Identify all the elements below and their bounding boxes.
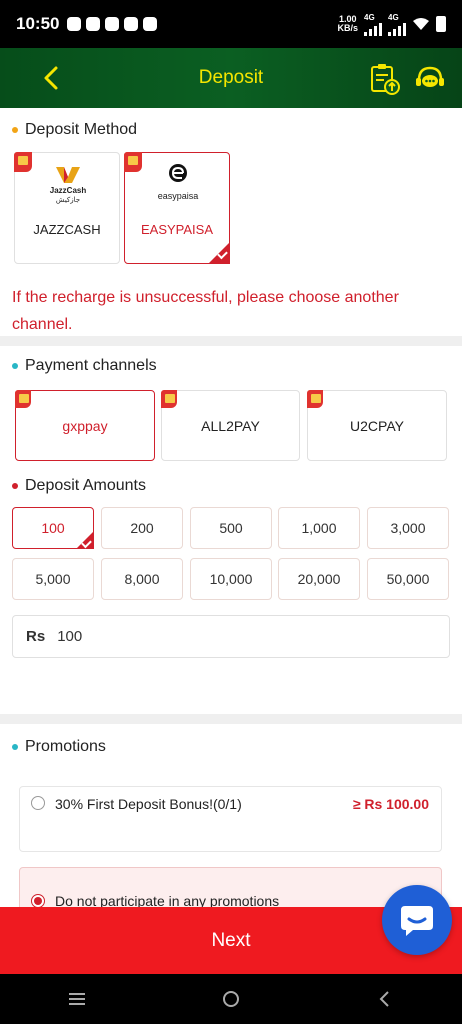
amount-option[interactable]: 50,000	[367, 558, 449, 600]
selected-check-icon	[208, 242, 230, 264]
whatsapp-icon	[105, 17, 120, 31]
svg-text:جازکیش: جازکیش	[56, 196, 80, 204]
system-nav-bar	[0, 974, 462, 1024]
amount-input[interactable]: Rs 100	[12, 615, 450, 658]
section-divider	[0, 336, 462, 346]
headset-chat-icon	[416, 66, 444, 87]
customer-support-button[interactable]	[413, 62, 447, 96]
promo-min-amount: ≥ Rs 100.00	[352, 796, 429, 812]
channel-u2cpay[interactable]: U2CPAY	[307, 390, 447, 461]
method-label: JAZZCASH	[33, 222, 101, 237]
svg-text:easypaisa: easypaisa	[158, 191, 199, 201]
chat-bubble-icon	[401, 906, 433, 936]
clipboard-upload-icon	[371, 64, 400, 95]
promo-first-deposit[interactable]: 30% First Deposit Bonus!(0/1) ≥ Rs 100.0…	[19, 786, 442, 852]
amount-value[interactable]: 100	[57, 628, 82, 645]
easypaisa-logo: easypaisa	[158, 164, 199, 201]
recharge-warning: If the recharge is unsuccessful, please …	[12, 289, 399, 333]
svg-text:JazzCash: JazzCash	[50, 186, 87, 195]
promo-badge-icon	[124, 152, 142, 172]
section-dot	[12, 363, 18, 369]
app-icon	[124, 17, 139, 31]
selected-check-icon	[76, 531, 94, 549]
signal-2: 4G	[388, 13, 406, 36]
menu-icon[interactable]	[65, 989, 89, 1009]
notification-icons	[67, 17, 158, 31]
amount-option[interactable]: 8,000	[101, 558, 183, 600]
amount-option[interactable]: 3,000	[367, 507, 449, 549]
amount-option[interactable]: 1,000	[278, 507, 360, 549]
battery-icon	[436, 16, 446, 32]
snapchat-icon	[67, 17, 82, 31]
status-bar: 10:50 1.00 KB/s 4G 4G	[0, 0, 462, 48]
method-card-jazzcash[interactable]: JazzCash جازکیش JAZZCASH	[14, 152, 120, 264]
amount-option[interactable]: 100	[12, 507, 94, 549]
amount-option[interactable]: 10,000	[190, 558, 272, 600]
currency-label: Rs	[26, 628, 46, 645]
home-icon[interactable]	[219, 987, 243, 1011]
deposit-history-button[interactable]	[368, 62, 402, 96]
deposit-method-title: Deposit Method	[12, 121, 137, 139]
payment-channels-title: Payment channels	[12, 357, 157, 375]
section-dot	[12, 127, 18, 133]
chat-bubble-icon	[86, 17, 101, 31]
amount-option[interactable]: 5,000	[12, 558, 94, 600]
amount-option[interactable]: 200	[101, 507, 183, 549]
net-speed: 1.00 KB/s	[337, 14, 358, 33]
promotions-title: Promotions	[12, 738, 106, 756]
section-divider	[0, 714, 462, 724]
wifi-icon	[413, 18, 429, 30]
method-card-easypaisa[interactable]: easypaisa EASYPAISA	[124, 152, 230, 264]
signal-1: 4G	[364, 13, 382, 36]
deposit-amounts-title: Deposit Amounts	[12, 477, 146, 495]
section-dot	[12, 744, 18, 750]
promo-badge-icon	[307, 390, 323, 408]
live-chat-button[interactable]	[382, 885, 452, 955]
gmail-icon	[143, 17, 158, 31]
status-right: 1.00 KB/s 4G 4G	[337, 13, 446, 36]
amount-option[interactable]: 20,000	[278, 558, 360, 600]
promo-badge-icon	[15, 390, 31, 408]
promo-badge-icon	[14, 152, 32, 172]
promo-label: 30% First Deposit Bonus!(0/1)	[55, 796, 242, 812]
channel-all2pay[interactable]: ALL2PAY	[161, 390, 300, 461]
promo-radio[interactable]	[31, 796, 45, 810]
signal-bars-icon	[364, 22, 382, 36]
back-nav-icon[interactable]	[373, 987, 397, 1011]
status-time: 10:50	[16, 14, 60, 33]
amount-option[interactable]: 500	[190, 507, 272, 549]
section-dot	[12, 483, 18, 489]
promo-radio[interactable]	[31, 894, 45, 908]
signal-bars-icon	[388, 22, 406, 36]
app-header: Deposit	[0, 48, 462, 108]
jazzcash-logo: JazzCash جازکیش	[50, 167, 87, 204]
channel-gxppay[interactable]: gxppay	[15, 390, 155, 461]
method-label: EASYPAISA	[140, 222, 213, 237]
promo-badge-icon	[161, 390, 177, 408]
